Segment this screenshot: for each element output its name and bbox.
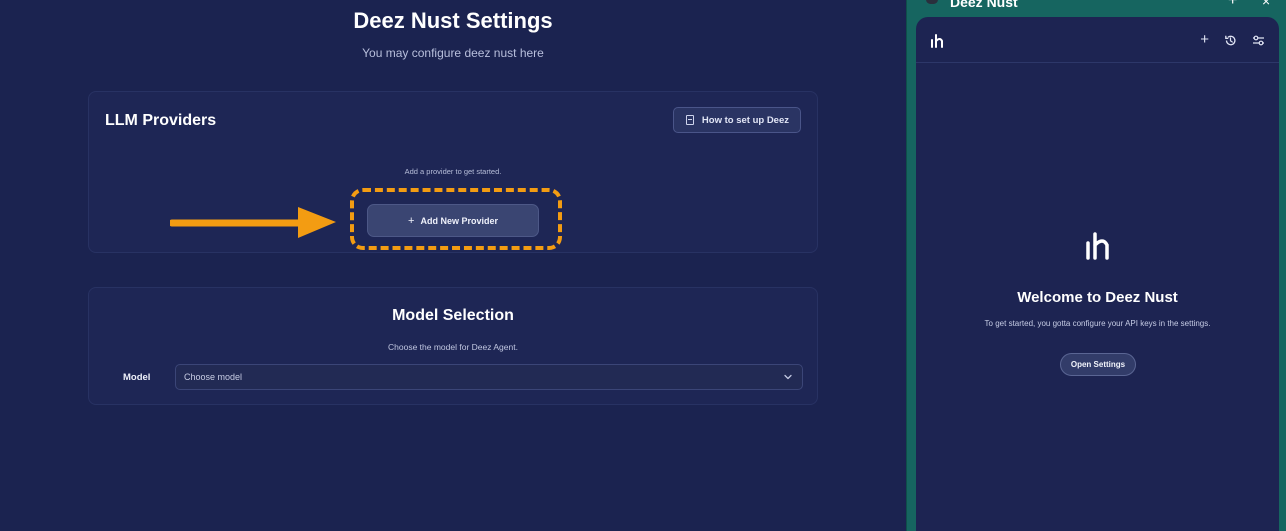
history-icon[interactable]: [1224, 34, 1237, 47]
settings-sliders-icon[interactable]: [1252, 34, 1265, 47]
chat-panel: + Welcome to Deez Nust To get started, y…: [916, 17, 1279, 531]
model-select-value: Choose model: [184, 372, 243, 382]
model-label: Model: [123, 372, 151, 383]
app-logo-icon: [1086, 232, 1109, 260]
chevron-down-icon: [784, 374, 792, 380]
setup-guide-button[interactable]: How to set up Deez: [672, 107, 801, 133]
welcome-text: To get started, you gotta configure your…: [984, 319, 1211, 328]
page-title: Deez Nust Settings: [353, 8, 553, 33]
providers-hint: Add a provider to get started.: [404, 167, 502, 176]
new-chat-button[interactable]: +: [1200, 32, 1209, 47]
welcome-title: Welcome to Deez Nust: [1017, 289, 1178, 306]
window-close-button[interactable]: ×: [1262, 0, 1270, 9]
window-plus-button[interactable]: +: [1228, 0, 1237, 10]
providers-title: LLM Providers: [105, 112, 217, 129]
model-selection-title: Model Selection: [392, 307, 514, 324]
setup-guide-label: How to set up Deez: [701, 114, 789, 126]
settings-page: Deez Nust Settings You may configure dee…: [0, 0, 906, 531]
model-selection-hint: Choose the model for Deez Agent.: [388, 342, 518, 352]
page-subtitle: You may configure deez nust here: [362, 46, 544, 60]
window-title: Deez Nust: [950, 0, 1018, 10]
app-logo-icon: [931, 34, 943, 48]
model-select[interactable]: Choose model: [175, 364, 803, 390]
add-provider-highlight: [350, 188, 562, 250]
arrow-right-icon: [170, 207, 336, 238]
panel-header: +: [916, 17, 1279, 63]
book-icon: [685, 115, 694, 125]
open-settings-button[interactable]: Open Settings: [1060, 353, 1136, 376]
model-selection-card: Model Selection Choose the model for Dee…: [88, 287, 818, 405]
